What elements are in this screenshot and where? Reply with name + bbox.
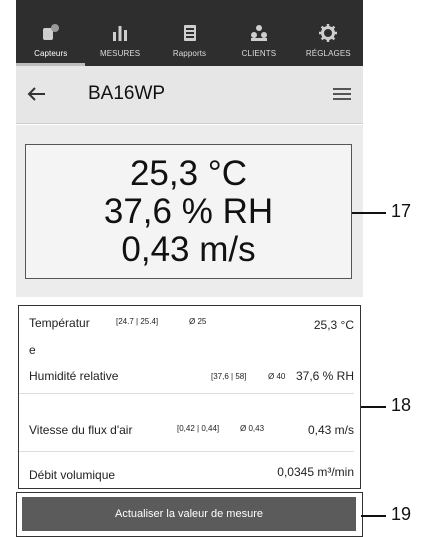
humidity-value: 37,6 % RH xyxy=(103,191,274,231)
airflow-current: 0,43 m/s xyxy=(307,423,354,437)
callout-number-18: 18 xyxy=(391,395,412,415)
bar-chart-icon xyxy=(113,26,128,41)
callout-number-17: 17 xyxy=(391,201,412,221)
device-title: BA16WP xyxy=(88,83,166,104)
humidity-average: Ø 40 xyxy=(268,372,286,381)
live-values-box: 25,3 °C 37,6 % RH 0,43 m/s xyxy=(25,144,352,279)
temperature-label-wrap: e xyxy=(29,343,36,357)
airflow-range: [0,42 | 0,44] xyxy=(177,424,220,433)
callout-line-19 xyxy=(361,515,386,517)
measurement-details: Températur [24.7 | 25.4] Ø 25 25,3 °C e … xyxy=(18,305,361,489)
airflow-label: Vitesse du flux d'air xyxy=(29,423,133,437)
volume-flow-current: 0,0345 m³/min xyxy=(277,465,354,479)
tab-label: Capteurs xyxy=(34,49,68,58)
callout-line-18 xyxy=(361,406,386,408)
report-icon xyxy=(183,25,196,41)
phone-screen: Capteurs MESURES Rapports CLIENTS RÉGLAG… xyxy=(16,0,363,537)
tab-capteurs[interactable]: Capteurs xyxy=(16,0,86,66)
hamburger-menu-icon[interactable] xyxy=(329,81,355,107)
tab-label: RÉGLAGES xyxy=(305,49,351,58)
update-button-frame: Actualiser la valeur de mesure xyxy=(16,492,363,537)
temperature-current: 25,3 °C xyxy=(313,318,354,332)
back-arrow-icon[interactable] xyxy=(22,79,52,109)
tab-clients[interactable]: CLIENTS xyxy=(224,0,293,66)
gear-icon xyxy=(319,24,338,42)
top-nav-bar: Capteurs MESURES Rapports CLIENTS RÉGLAG… xyxy=(16,0,363,66)
update-measurement-button[interactable]: Actualiser la valeur de mesure xyxy=(22,497,356,531)
sensor-icon xyxy=(42,24,59,40)
clients-icon xyxy=(250,25,267,41)
humidity-current: 37,6 % RH xyxy=(295,369,354,383)
humidity-range: [37,6 | 58] xyxy=(211,372,247,381)
temperature-value: 25,3 °C xyxy=(129,153,248,193)
divider xyxy=(19,393,354,394)
temperature-average: Ø 25 xyxy=(189,317,207,326)
tab-label: Rapports xyxy=(172,49,207,58)
tab-label: CLIENTS xyxy=(241,49,277,58)
tab-label: MESURES xyxy=(99,49,141,58)
tab-rapports[interactable]: Rapports xyxy=(155,0,224,66)
airflow-average: Ø 0,43 xyxy=(240,424,265,433)
divider xyxy=(19,451,354,452)
tab-mesures[interactable]: MESURES xyxy=(85,0,154,66)
airflow-value: 0,43 m/s xyxy=(121,229,256,269)
callout-number-19: 19 xyxy=(391,504,412,524)
live-display-area: 25,3 °C 37,6 % RH 0,43 m/s xyxy=(16,125,363,297)
tab-reglages[interactable]: RÉGLAGES xyxy=(294,0,363,66)
device-header: BA16WP xyxy=(16,66,363,124)
volume-flow-label: Débit volumique xyxy=(29,468,116,482)
callout-line-17 xyxy=(352,212,386,214)
temperature-range: [24.7 | 25.4] xyxy=(116,317,159,326)
humidity-label: Humidité relative xyxy=(29,369,119,383)
temperature-label: Températur xyxy=(29,316,90,330)
